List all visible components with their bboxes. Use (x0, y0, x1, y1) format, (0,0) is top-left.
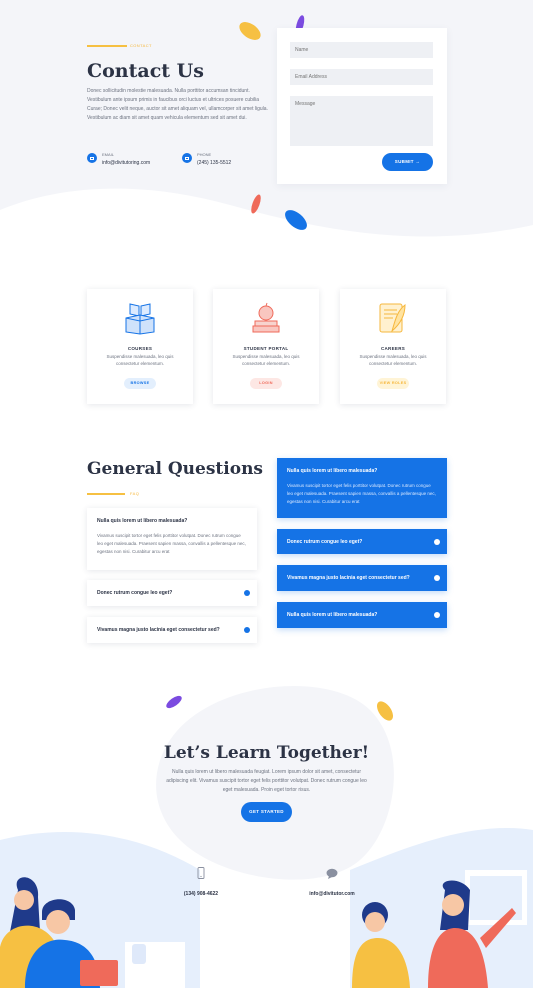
faq-question: Vivamus magna justo lacinia eget consect… (97, 627, 220, 633)
get-started-button[interactable]: GET STARTED (241, 802, 292, 822)
faq-question: Nulla quis lorem ut libero malesuada? (287, 468, 378, 474)
contact-tag-line (87, 45, 127, 47)
message-textarea[interactable] (290, 96, 433, 146)
card-title: STUDENT PORTAL (243, 346, 289, 351)
contact-title: Contact Us (87, 60, 204, 82)
phone-label: PHONE (197, 152, 212, 157)
submit-button[interactable]: SUBMIT → (382, 153, 433, 171)
purple-blob (166, 695, 182, 709)
red-blob (251, 194, 261, 214)
plus-circle-icon[interactable] (434, 612, 440, 618)
blue-blob (285, 210, 307, 230)
faq-item[interactable]: Vivamus magna justo lacinia eget consect… (277, 565, 447, 591)
contact-form: SUBMIT → (277, 28, 447, 184)
apple-books-icon (252, 302, 280, 333)
contact-body: Donec sollicitudin molestie malesuada. N… (87, 88, 268, 121)
login-button[interactable]: LOGIN (250, 378, 282, 389)
phone-icon (182, 153, 192, 163)
faq-tag-line (87, 493, 125, 495)
email-value[interactable]: info@divitutoring.com (102, 160, 150, 166)
plus-circle-icon[interactable] (244, 627, 250, 633)
faq-question: Donec rutrum congue leo eget? (97, 590, 173, 596)
chat-bubble-icon (326, 868, 338, 879)
card-desc: Suspendisse malesuada, leo quis consecte… (359, 354, 427, 366)
faq-item[interactable]: Nulla quis lorem ut libero malesuada? (277, 602, 447, 628)
faq-question: Nulla quis lorem ut libero malesuada? (287, 612, 378, 618)
name-input[interactable] (290, 42, 433, 58)
faq-item-open[interactable]: Nulla quis lorem ut libero malesuada? Vi… (277, 458, 447, 518)
yellow-blob (239, 22, 261, 40)
faq-item[interactable]: Vivamus magna justo lacinia eget consect… (87, 617, 257, 643)
faq-item[interactable]: Donec rutrum congue leo eget? (87, 580, 257, 606)
faq-answer: Vivamus suscipit tortor eget felis portt… (287, 483, 436, 504)
card-title: CAREERS (380, 346, 406, 351)
cta-body: Nulla quis lorem ut libero malesuada feu… (166, 769, 367, 793)
card-student-portal: STUDENT PORTAL Suspendisse malesuada, le… (213, 289, 319, 404)
email-label: EMAIL (102, 152, 115, 157)
card-courses: COURSES Suspendisse malesuada, leo quis … (87, 289, 193, 404)
document-quill-icon (379, 303, 406, 333)
phone-value[interactable]: (245) 135-5512 (197, 160, 231, 166)
plus-circle-icon[interactable] (434, 575, 440, 581)
card-careers: CAREERS Suspendisse malesuada, leo quis … (340, 289, 446, 404)
teacher-illustration (352, 870, 527, 988)
cta-title: Let’s Learn Together! (163, 743, 370, 763)
browse-button[interactable]: BROWSE (124, 378, 156, 389)
faq-answer: Vivamus suscipit tortor eget felis portt… (97, 533, 246, 554)
smartphone-icon (197, 867, 205, 879)
faq-question: Nulla quis lorem ut libero malesuada? (97, 518, 188, 524)
faq-question: Donec rutrum congue leo eget? (287, 539, 363, 545)
plus-circle-icon[interactable] (244, 590, 250, 596)
students-illustration (0, 877, 185, 988)
faq-question: Vivamus magna justo lacinia eget consect… (287, 575, 410, 581)
faq-title: General Questions (87, 459, 263, 479)
email-icon (87, 153, 97, 163)
email-input[interactable] (290, 69, 433, 85)
yellow-blob (377, 701, 393, 721)
open-box-book-icon (125, 303, 155, 335)
faq-item[interactable]: Donec rutrum congue leo eget? (277, 529, 447, 554)
card-desc: Suspendisse malesuada, leo quis consecte… (106, 354, 174, 366)
view-roles-button[interactable]: VIEW ROLES (377, 378, 409, 389)
contact-tag: CONTACT (130, 43, 152, 48)
card-desc: Suspendisse malesuada, leo quis consecte… (232, 354, 300, 366)
card-title: COURSES (127, 346, 153, 351)
plus-circle-icon[interactable] (434, 539, 440, 545)
faq-tag: FAQ (130, 491, 140, 496)
faq-item-open[interactable]: Nulla quis lorem ut libero malesuada? Vi… (87, 508, 257, 570)
wave-divider (0, 188, 533, 250)
